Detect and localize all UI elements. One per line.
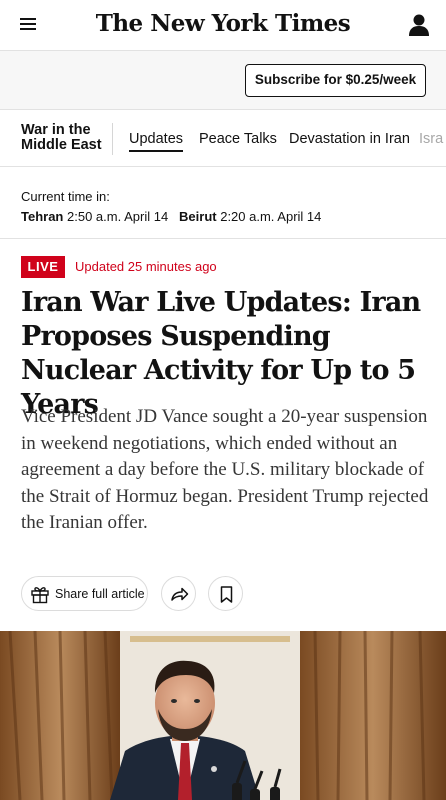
share-arrow-icon [171, 587, 189, 601]
hero-photo[interactable] [0, 631, 446, 800]
updated-timestamp: Updated 25 minutes ago [75, 259, 217, 274]
nav-divider [112, 123, 113, 155]
tab-devastation-in-iran[interactable]: Devastation in Iran [289, 131, 410, 147]
masthead: The New York Times [0, 0, 446, 50]
current-time-row: Tehran 2:50 a.m. April 14 Beirut 2:20 a.… [21, 207, 321, 227]
section-title-line2: Middle East [21, 137, 102, 153]
section-nav: War in the Middle East Updates Peace Tal… [0, 111, 446, 167]
account-icon[interactable] [408, 13, 430, 37]
gift-icon [31, 587, 49, 604]
divider [0, 238, 446, 239]
share-full-article-button[interactable]: Share full article [21, 576, 148, 611]
bookmark-icon [220, 586, 233, 603]
tab-peace-talks[interactable]: Peace Talks [199, 131, 277, 147]
current-time-block: Current time in: Tehran 2:50 a.m. April … [21, 189, 321, 227]
tab-updates[interactable]: Updates [129, 131, 184, 152]
nyt-logo[interactable]: The New York Times [0, 10, 446, 37]
city-tehran: Tehran [21, 209, 64, 224]
city-beirut: Beirut [179, 209, 217, 224]
section-title-line1: War in the [21, 122, 91, 138]
bookmark-button[interactable] [208, 576, 243, 611]
time-beirut: 2:20 a.m. April 14 [220, 209, 322, 224]
current-time-label: Current time in: [21, 189, 110, 204]
share-full-article-label: Share full article [55, 587, 145, 601]
time-tehran: 2:50 a.m. April 14 [67, 209, 169, 224]
subscribe-banner: Subscribe for $0.25/week [0, 50, 446, 110]
article-summary: Vice President JD Vance sought a 20-year… [21, 406, 429, 533]
tab-israel-truncated[interactable]: Isra [419, 131, 443, 147]
share-button[interactable] [161, 576, 196, 611]
subscribe-button[interactable]: Subscribe for $0.25/week [245, 64, 426, 97]
hero-photo-illustration [0, 631, 446, 800]
section-title[interactable]: War in the Middle East [21, 123, 109, 153]
live-badge: LIVE [21, 256, 65, 278]
article-headline: Iran War Live Updates: Iran Proposes Sus… [21, 287, 421, 420]
